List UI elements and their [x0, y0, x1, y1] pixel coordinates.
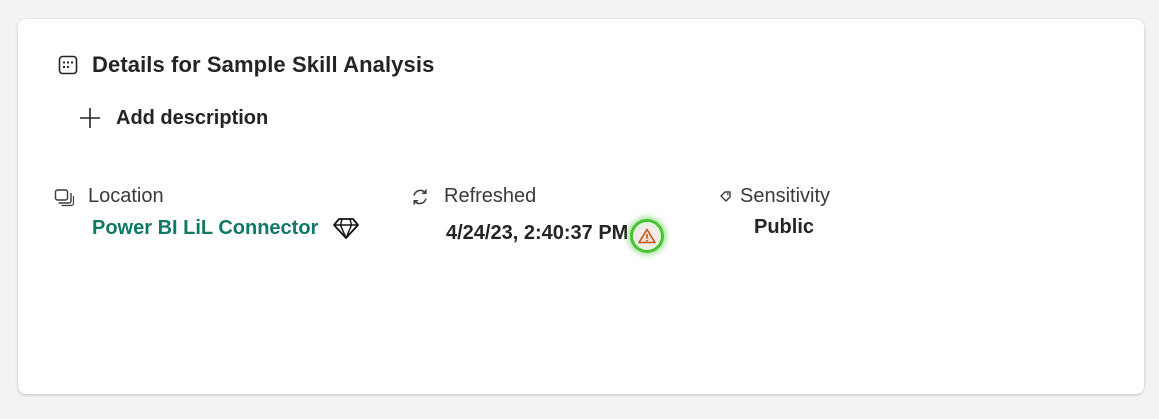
location-field: Location Power BI LiL Connector [54, 185, 360, 240]
sensitivity-tag-icon [718, 187, 734, 207]
details-card: Details for Sample Skill Analysis Add de… [18, 19, 1144, 394]
sensitivity-field: Sensitivity Public [718, 185, 830, 239]
refresh-warning-button[interactable] [630, 219, 665, 253]
location-icon [54, 187, 74, 207]
add-description-label: Add description [116, 106, 269, 129]
refresh-icon [410, 187, 430, 207]
workspace-link[interactable]: Power BI LiL Connector [92, 217, 318, 240]
sensitivity-value: Public [754, 216, 815, 238]
warning-icon [638, 228, 657, 244]
plus-icon [78, 106, 102, 130]
refreshed-timestamp: 4/24/23, 2:40:37 PM [446, 221, 629, 244]
location-label: Location [88, 185, 164, 207]
refreshed-field: Refreshed 4/24/23, 2:40:37 PM [410, 185, 665, 253]
details-header: Details for Sample Skill Analysis [58, 52, 434, 78]
sensitivity-label: Sensitivity [740, 185, 831, 207]
details-grid-icon [58, 55, 78, 75]
add-description-button[interactable]: Add description [78, 106, 268, 130]
refreshed-label: Refreshed [444, 185, 537, 207]
page-title: Details for Sample Skill Analysis [92, 52, 435, 77]
diamond-icon [332, 216, 360, 240]
